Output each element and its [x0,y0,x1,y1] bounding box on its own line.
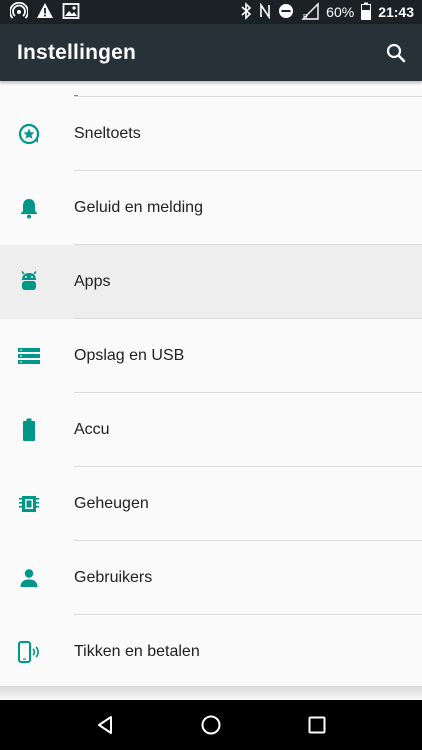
person-icon [16,565,42,591]
settings-item-label: Tikken en betalen [74,643,200,660]
signal-icon: R [301,1,319,23]
battery-percent: 60% [326,4,355,20]
storage-icon [16,343,42,369]
bell-icon [16,195,42,221]
settings-item-label: Apps [74,273,111,290]
gallery-icon [62,2,80,23]
status-bar-left [9,1,80,23]
home-icon[interactable] [191,705,231,745]
memory-chip-icon [16,491,42,517]
list-item-partial [0,81,422,97]
tap-pay-icon [16,639,42,665]
bluetooth-icon [240,1,252,23]
settings-item-gebruikers[interactable]: Gebruikers [0,541,422,615]
battery-icon [361,2,372,23]
do-not-disturb-icon [278,3,294,22]
navigation-bar [0,700,422,750]
page-title: Instellingen [17,40,137,64]
settings-item-accu[interactable]: Accu [0,393,422,467]
search-icon[interactable] [384,41,408,65]
back-icon[interactable] [85,705,125,745]
settings-item-tikken-en-betalen[interactable]: Tikken en betalen [0,615,422,688]
settings-item-geheugen[interactable]: Geheugen [0,467,422,541]
settings-item-label: Geluid en melding [74,199,203,216]
settings-item-label: Sneltoets [74,125,141,142]
warning-icon [36,2,54,23]
settings-item-sneltoets[interactable]: Sneltoets [0,97,422,171]
settings-item-label: Opslag en USB [74,347,185,364]
recents-icon[interactable] [297,705,337,745]
settings-item-label: Accu [74,421,110,438]
settings-list: Sneltoets Geluid en melding Apps Opslag … [0,81,422,688]
status-bar: R 60% 21:43 [0,0,422,24]
hotspot-icon [9,1,29,23]
list-bottom-shadow [0,686,422,700]
android-icon [16,269,42,295]
battery-icon [16,417,42,443]
settings-item-apps[interactable]: Apps [0,245,422,319]
settings-item-label: Gebruikers [74,569,153,586]
star-bubble-icon [16,121,42,147]
settings-item-label: Geheugen [74,495,149,512]
svg-text:R: R [303,14,308,20]
settings-item-geluid-en-melding[interactable]: Geluid en melding [0,171,422,245]
status-bar-right: R 60% 21:43 [240,1,414,23]
clock: 21:43 [378,4,414,20]
nfc-icon [259,1,271,22]
settings-item-opslag-en-usb[interactable]: Opslag en USB [0,319,422,393]
app-toolbar: Instellingen [0,24,422,81]
